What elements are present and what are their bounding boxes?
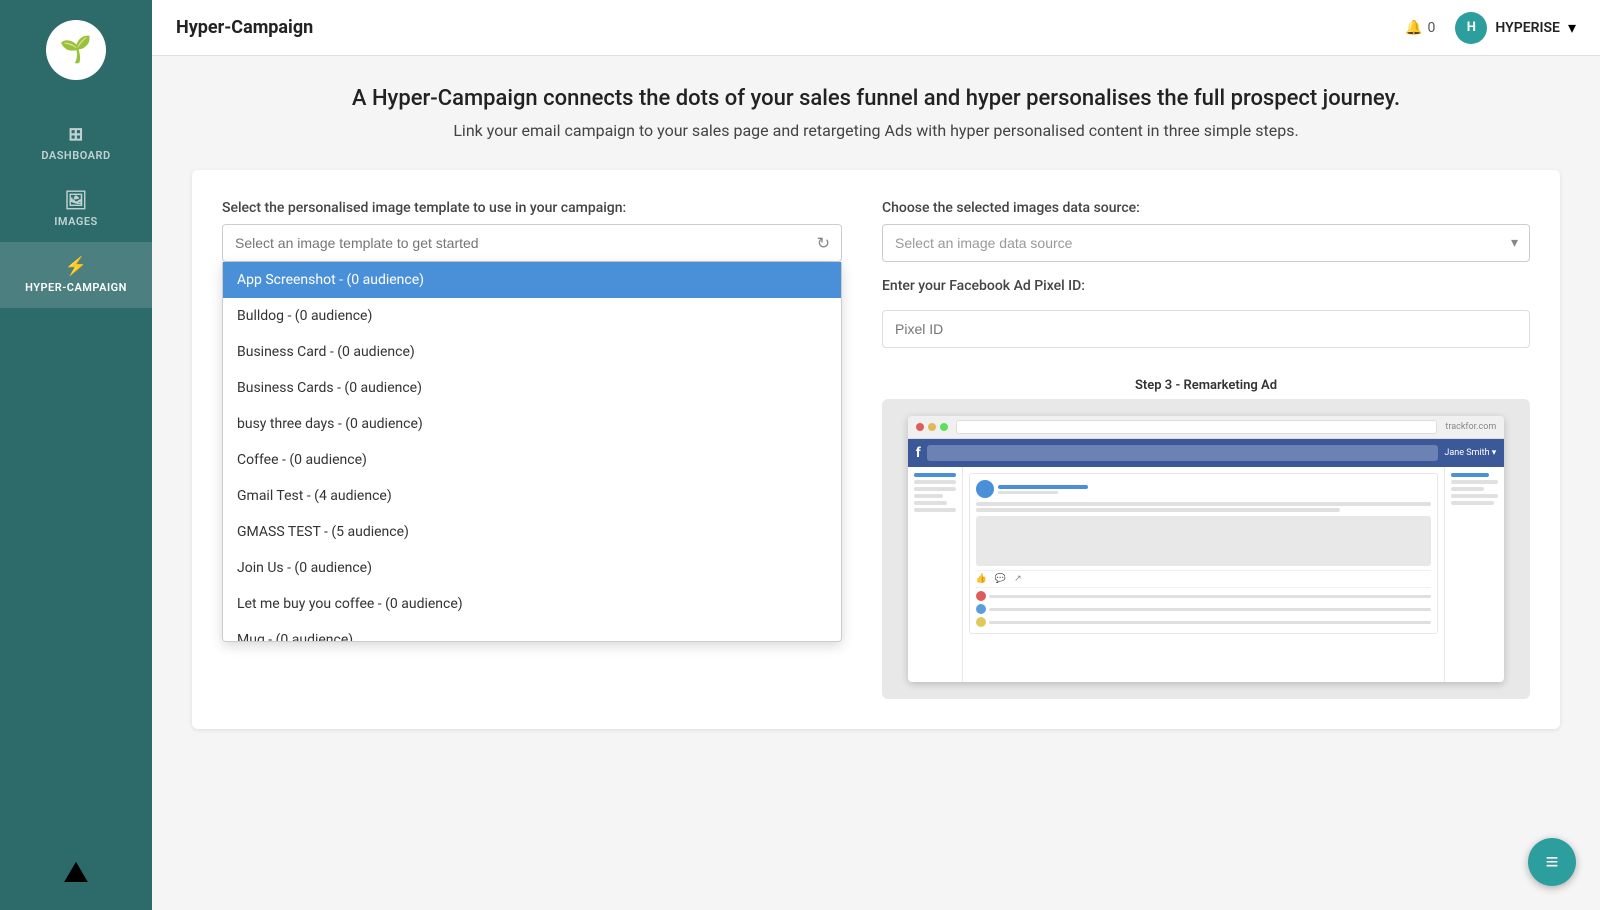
fb-right-sidebar (1444, 467, 1504, 682)
fb-content: 👍 💬 ↗ (908, 467, 1505, 682)
user-name: HYPERISE (1495, 20, 1560, 36)
avatar: H (1455, 12, 1487, 44)
mock-browser: trackfor.com f Jane Smith ▾ (908, 416, 1505, 682)
sidebar-item-hyper-campaign[interactable]: ⚡ HYPER-CAMPAIGN (0, 242, 152, 308)
dropdown-item-bulldog[interactable]: Bulldog - (0 audience) (223, 298, 841, 334)
datasource-select-wrap: Select an image data source HubSpot Sale… (882, 224, 1530, 262)
template-search-input[interactable] (222, 224, 842, 262)
hyper-campaign-icon: ⚡ (65, 256, 88, 277)
dropdown-item-let-me-buy[interactable]: Let me buy you coffee - (0 audience) (223, 586, 841, 622)
dashboard-icon: ⊞ (68, 124, 84, 145)
pixel-field-label: Enter your Facebook Ad Pixel ID: (882, 278, 1530, 294)
header-right: 🔔 0 H HYPERISE ▾ (1405, 12, 1576, 44)
mountain-icon: ⛰ (10, 855, 142, 890)
facebook-bar: f Jane Smith ▾ (908, 439, 1505, 467)
dropdown-item-busy-three-days[interactable]: busy three days - (0 audience) (223, 406, 841, 442)
fb-post-card: 👍 💬 ↗ (969, 473, 1439, 634)
sidebar-item-label-images: IMAGES (54, 215, 98, 228)
main-content: Hyper-Campaign 🔔 0 H HYPERISE ▾ A Hyper-… (152, 0, 1600, 910)
chat-icon: ≡ (1546, 849, 1559, 875)
datasource-select[interactable]: Select an image data source HubSpot Sale… (882, 224, 1530, 262)
step3-title: Step 3 - Remarketing Ad (882, 368, 1530, 399)
dropdown-item-business-cards[interactable]: Business Cards - (0 audience) (223, 370, 841, 406)
pixel-id-input[interactable] (882, 310, 1530, 348)
images-icon: 🖼 (64, 190, 87, 211)
notification-count: 0 (1428, 20, 1436, 36)
datasource-field-label: Choose the selected images data source: (882, 200, 1530, 216)
sidebar-nav: ⊞ DASHBOARD 🖼 IMAGES ⚡ HYPER-CAMPAIGN (0, 110, 152, 308)
sidebar-item-dashboard[interactable]: ⊞ DASHBOARD (0, 110, 152, 176)
intro-line2: Link your email campaign to your sales p… (192, 121, 1560, 140)
notification-bell[interactable]: 🔔 0 (1405, 20, 1435, 36)
sidebar-bottom: ⛰ (0, 835, 152, 910)
template-selector-wrap: ↻ App Screenshot - (0 audience) Bulldog … (222, 224, 842, 262)
template-field-label: Select the personalised image template t… (222, 200, 842, 216)
fb-feed: 👍 💬 ↗ (963, 467, 1445, 682)
chat-button[interactable]: ≡ (1528, 838, 1576, 886)
sidebar-item-images[interactable]: 🖼 IMAGES (0, 176, 152, 242)
intro-section: A Hyper-Campaign connects the dots of yo… (192, 86, 1560, 140)
dropdown-item-app-screenshot[interactable]: App Screenshot - (0 audience) (223, 262, 841, 298)
dropdown-item-gmass-test[interactable]: GMASS TEST - (5 audience) (223, 514, 841, 550)
sidebar-logo: 🌱 (0, 0, 152, 100)
sidebar-item-label-hyper-campaign: HYPER-CAMPAIGN (25, 281, 127, 294)
chevron-down-icon: ▾ (1568, 18, 1576, 37)
intro-line1: A Hyper-Campaign connects the dots of yo… (192, 86, 1560, 111)
builder-left: Select the personalised image template t… (222, 200, 842, 699)
sidebar: 🌱 ⊞ DASHBOARD 🖼 IMAGES ⚡ HYPER-CAMPAIGN … (0, 0, 152, 910)
header: Hyper-Campaign 🔔 0 H HYPERISE ▾ (152, 0, 1600, 56)
browser-bar: trackfor.com (908, 416, 1505, 439)
bell-icon: 🔔 (1405, 20, 1422, 36)
dropdown-item-business-card[interactable]: Business Card - (0 audience) (223, 334, 841, 370)
dropdown-item-mug[interactable]: Mug - (0 audience) (223, 622, 841, 642)
dropdown-item-coffee[interactable]: Coffee - (0 audience) (223, 442, 841, 478)
user-menu[interactable]: H HYPERISE ▾ (1455, 12, 1576, 44)
logo-icon: 🌱 (46, 20, 106, 80)
content-area: A Hyper-Campaign connects the dots of yo… (152, 56, 1600, 910)
builder-right: Choose the selected images data source: … (882, 200, 1530, 699)
step3-preview: trackfor.com f Jane Smith ▾ (882, 399, 1530, 699)
dropdown-item-join-us[interactable]: Join Us - (0 audience) (223, 550, 841, 586)
page-title: Hyper-Campaign (176, 17, 313, 38)
dropdown-item-gmail-test[interactable]: Gmail Test - (4 audience) (223, 478, 841, 514)
sidebar-item-label-dashboard: DASHBOARD (41, 149, 110, 162)
template-dropdown[interactable]: App Screenshot - (0 audience) Bulldog - … (222, 262, 842, 642)
campaign-builder: Select the personalised image template t… (192, 170, 1560, 729)
builder-columns: Select the personalised image template t… (222, 200, 1530, 699)
fb-sidebar (908, 467, 963, 682)
